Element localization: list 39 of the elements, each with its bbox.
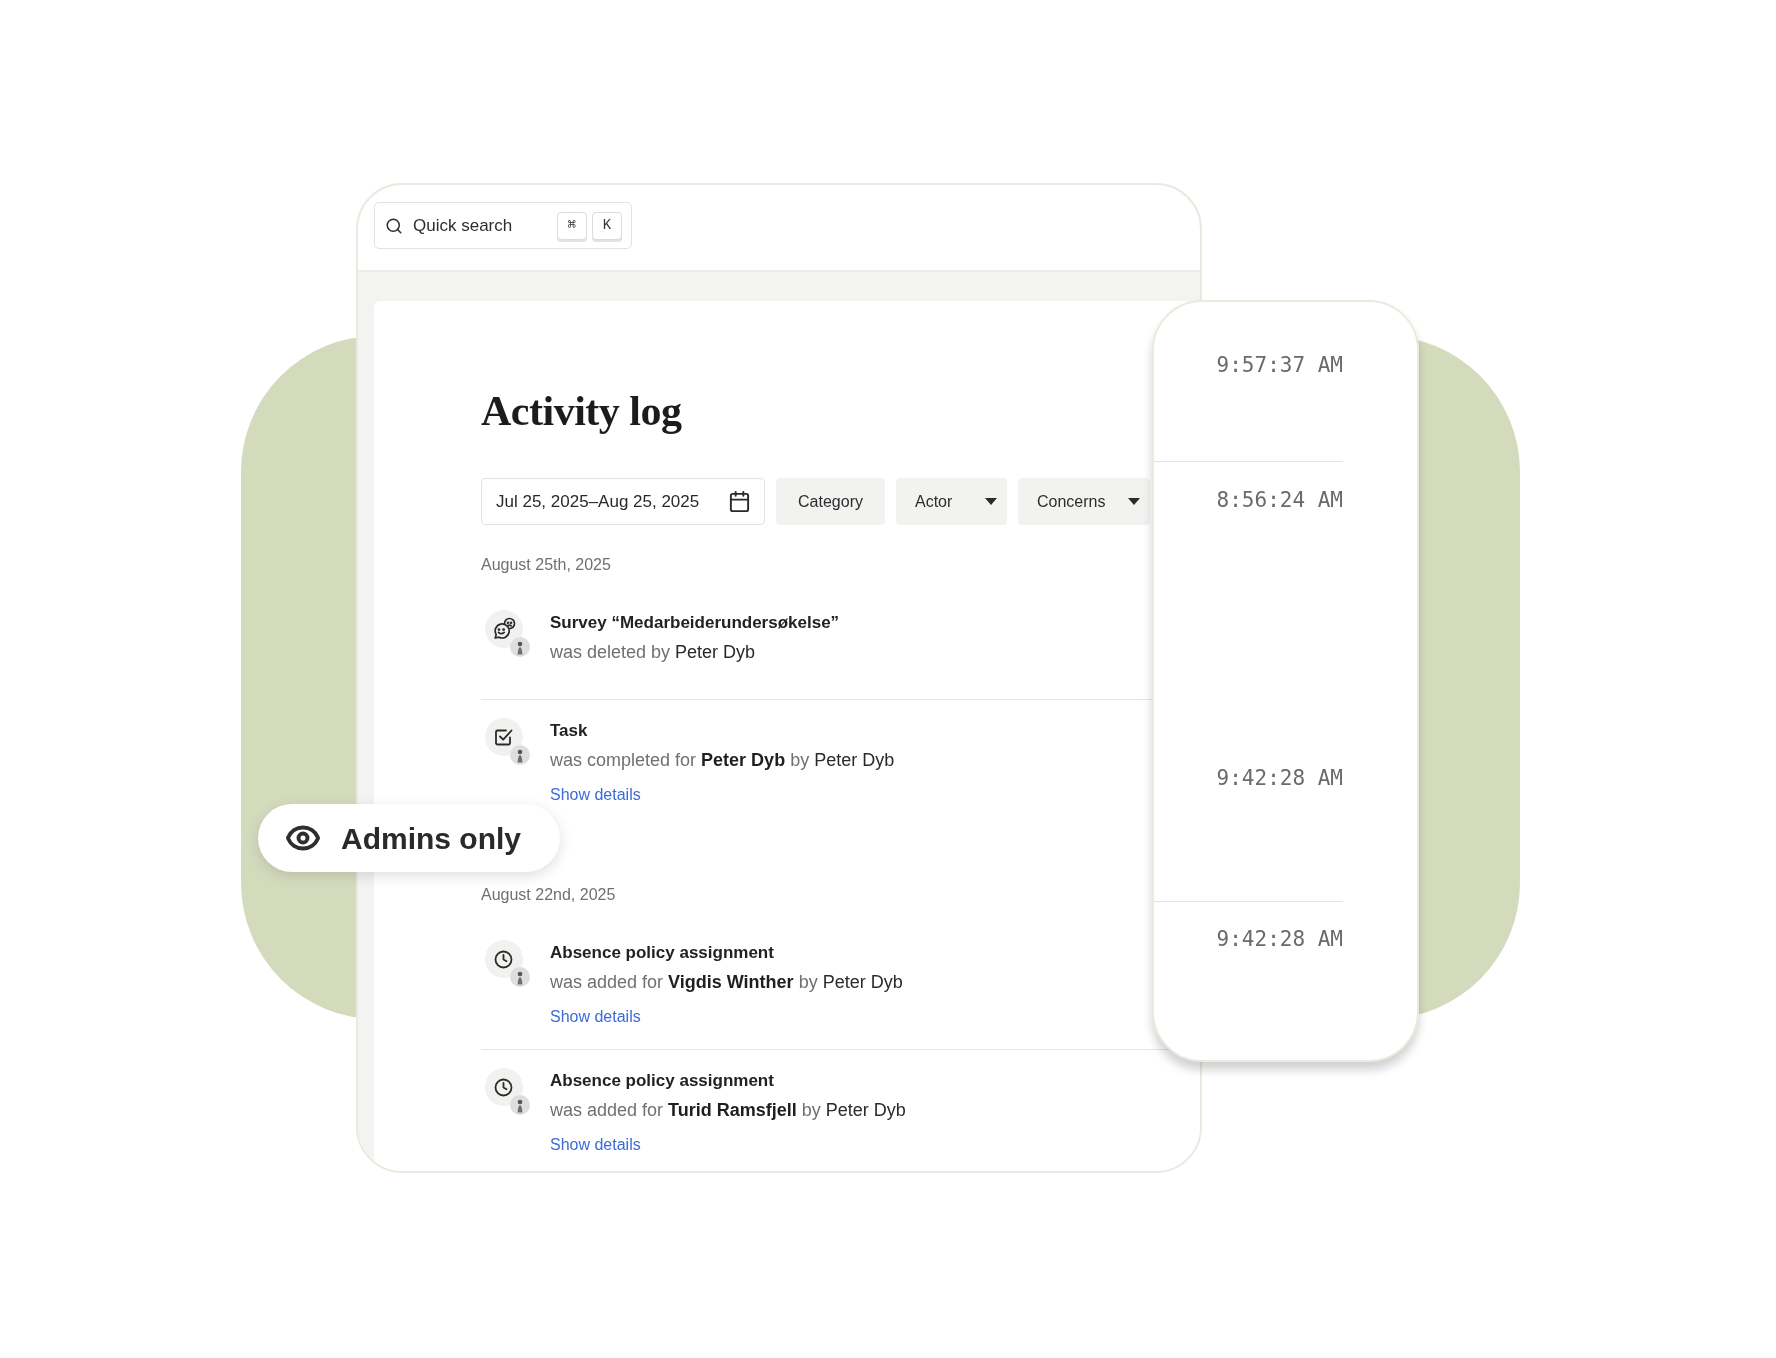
date-heading: August 25th, 2025 bbox=[481, 555, 611, 575]
timestamp: 8:56:24 AM bbox=[1216, 488, 1343, 512]
avatar-icon bbox=[510, 967, 530, 987]
entry-title: Survey “Medarbeiderundersøkelse” bbox=[550, 612, 840, 634]
caret-down-icon bbox=[1128, 498, 1140, 505]
entry-description: was added for Vigdis Winther by Peter Dyb bbox=[550, 971, 903, 994]
search-field[interactable]: Quick search ⌘ K bbox=[374, 202, 632, 249]
clock-icon bbox=[485, 940, 523, 978]
show-details-link[interactable]: Show details bbox=[550, 783, 641, 807]
show-details-link[interactable]: Show details bbox=[550, 1133, 641, 1157]
timestamp: 9:42:28 AM bbox=[1216, 927, 1343, 951]
shortcut-key: ⌘ bbox=[557, 211, 587, 240]
entry-title: Absence policy assignment bbox=[550, 942, 774, 964]
badge-label: Admins only bbox=[341, 820, 521, 857]
entry-title: Task bbox=[550, 720, 588, 742]
filter-dropdown[interactable]: Concerns bbox=[1018, 478, 1150, 525]
entry-description: was added for Turid Ramsfjell by Peter Dyb bbox=[550, 1099, 906, 1122]
avatar-icon bbox=[510, 637, 530, 657]
filter-button[interactable]: Category bbox=[776, 478, 885, 525]
checkbox-icon bbox=[485, 718, 523, 756]
show-details-link[interactable]: Show details bbox=[550, 1005, 641, 1029]
page-title: Activity log bbox=[481, 387, 682, 436]
calendar-icon bbox=[728, 490, 751, 513]
entry-description: was completed for Peter Dyb by Peter Dyb bbox=[550, 749, 895, 772]
filter-dropdown[interactable]: Actor bbox=[896, 478, 1007, 525]
caret-down-icon bbox=[985, 498, 997, 505]
chat-bubbles-icon bbox=[485, 610, 523, 648]
date-heading: August 22nd, 2025 bbox=[481, 885, 616, 905]
avatar-icon bbox=[510, 1095, 530, 1115]
entry-description: was deleted by Peter Dyb bbox=[550, 641, 756, 664]
date-range-field[interactable]: Jul 25, 2025–Aug 25, 2025 bbox=[481, 478, 765, 525]
timestamp: 9:57:37 AM bbox=[1216, 353, 1343, 377]
search-icon bbox=[385, 216, 403, 235]
clock-icon bbox=[485, 1068, 523, 1106]
search-input[interactable]: Quick search bbox=[413, 213, 557, 238]
shortcut-key: K bbox=[592, 211, 622, 240]
avatar-icon bbox=[510, 745, 530, 765]
timestamp: 9:42:28 AM bbox=[1216, 766, 1343, 790]
entry-title: Absence policy assignment bbox=[550, 1070, 774, 1092]
